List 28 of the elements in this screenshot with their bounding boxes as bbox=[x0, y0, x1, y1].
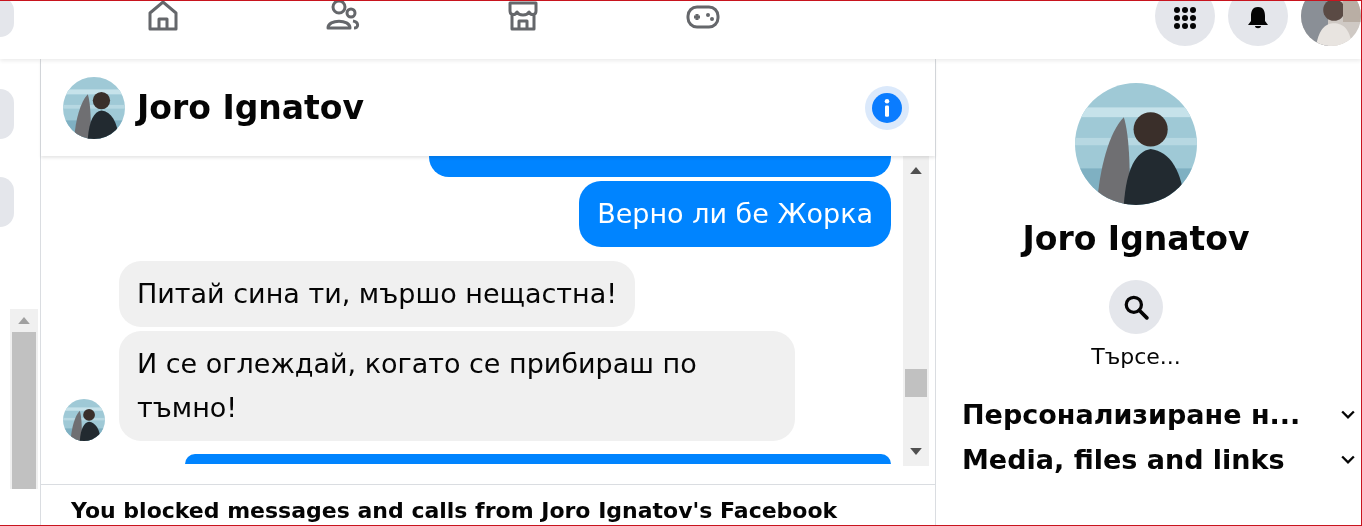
profile-name: Joro Ignatov bbox=[1022, 219, 1250, 258]
scroll-down-icon[interactable] bbox=[910, 448, 922, 455]
message-bubble: Питай сина ти, мършо нещастна! bbox=[119, 261, 636, 327]
section-header[interactable]: Media, files and links bbox=[962, 444, 1285, 475]
scroll-thumb[interactable] bbox=[12, 332, 36, 489]
blocked-notice: You blocked messages and calls from Joro Ignatov's Facebook bbox=[71, 498, 838, 523]
scroll-up-icon[interactable] bbox=[910, 167, 922, 174]
bell-icon bbox=[1246, 6, 1270, 30]
chevron-icon[interactable] bbox=[1341, 454, 1355, 465]
search-label[interactable]: Търсе... bbox=[1091, 344, 1181, 369]
home-icon[interactable] bbox=[146, 1, 180, 33]
search-icon bbox=[1123, 294, 1149, 320]
message-bubble: Верно ли бе Жорка bbox=[579, 181, 891, 247]
apps-button[interactable] bbox=[1155, 1, 1215, 46]
search-button[interactable] bbox=[1109, 280, 1163, 334]
notifications-button[interactable] bbox=[1228, 1, 1288, 46]
info-icon bbox=[872, 92, 902, 123]
chevron-icon[interactable] bbox=[1341, 409, 1355, 420]
message-bubble: И се оглеждай, когато се прибираш по тъмно! bbox=[119, 331, 795, 441]
scroll-thumb[interactable] bbox=[905, 369, 927, 397]
info-button[interactable] bbox=[865, 85, 909, 130]
scrollbar[interactable] bbox=[10, 309, 38, 489]
friends-icon[interactable] bbox=[326, 1, 360, 33]
section-header[interactable]: Персонализиране н... bbox=[962, 399, 1301, 430]
contact-name[interactable]: Joro Ignatov bbox=[137, 88, 364, 127]
shop-icon[interactable] bbox=[506, 1, 540, 33]
grid-icon bbox=[1173, 6, 1197, 30]
scrollbar[interactable] bbox=[903, 156, 929, 466]
